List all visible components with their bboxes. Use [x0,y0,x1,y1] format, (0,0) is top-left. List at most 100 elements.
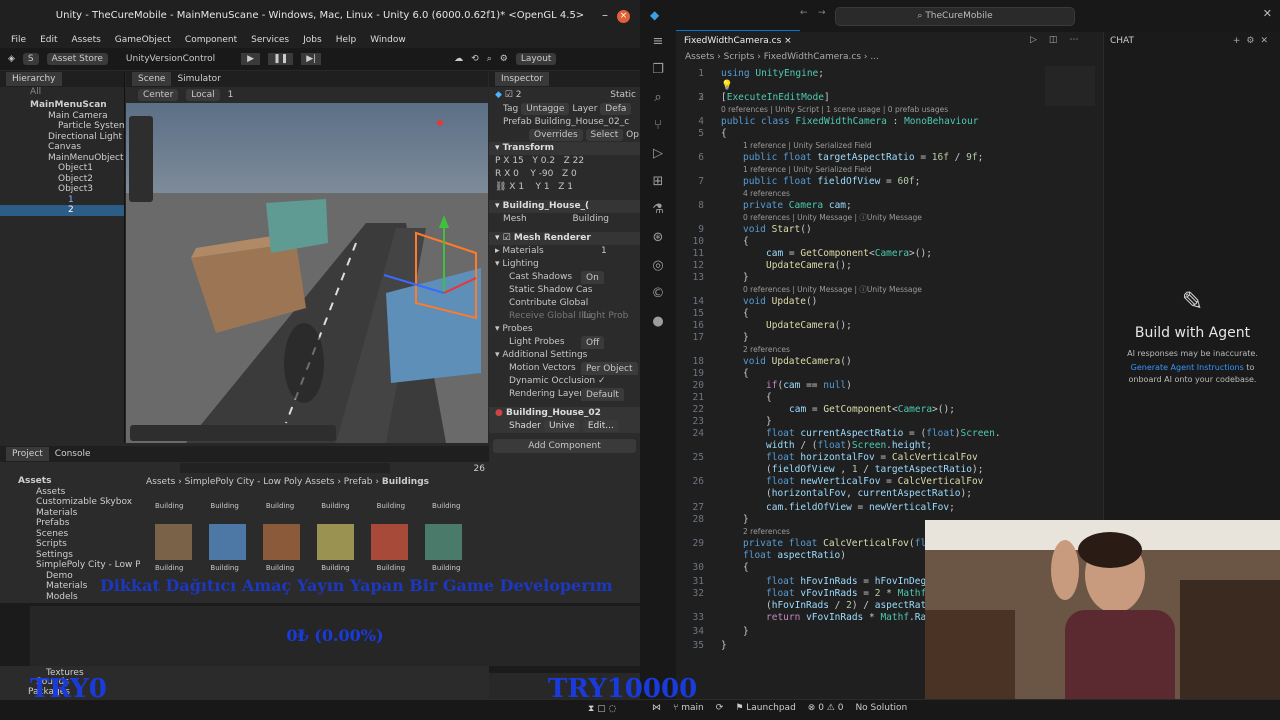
pause-icon[interactable]: ❚❚ [268,53,294,65]
source-control-icon[interactable]: ⑂ [654,118,662,133]
crumb-simplepoly[interactable]: SimplePoly City - Low Poly Assets [185,477,335,487]
split-editor-icon[interactable]: ◫ [1049,35,1058,45]
scale-z[interactable]: 1 [567,182,573,192]
menu-jobs[interactable]: Jobs [303,35,322,45]
rendering-layer-dropdown[interactable]: Default [581,388,624,401]
asset-item[interactable]: Building [210,502,238,510]
hierarchy-item-scene[interactable]: MainMenuScan [0,100,124,111]
tab-console[interactable]: Console [55,449,91,459]
crumb-file[interactable]: FixedWidthCamera.cs [764,52,861,62]
asset-item[interactable]: Building [321,564,349,572]
close-icon[interactable]: × [617,10,630,23]
play-icon[interactable]: ▶ [241,53,261,65]
generate-instructions-link[interactable]: Generate Agent Instructions [1131,363,1244,372]
cast-shadows-dropdown[interactable]: On [581,271,604,284]
prefab-field[interactable]: Building_House_02_c [535,117,630,127]
transform-header[interactable]: ▾ Transform [489,142,640,155]
tab-inspector[interactable]: Inspector [495,72,549,86]
scene-tools-palette[interactable] [129,116,153,202]
static-toggle[interactable]: Static [610,87,636,103]
rotation-row[interactable]: R X 0 Y -90 Z 0 [489,168,640,181]
folder-skybox[interactable]: Customizable Skybox [0,497,140,508]
codelens[interactable]: 2 references [743,344,790,356]
contribute-gi-row[interactable]: Contribute Global [489,297,640,310]
motion-vectors-dropdown[interactable]: Per Object [581,362,638,375]
gear-icon[interactable]: ⚙ [500,54,508,64]
step-icon[interactable]: ▶| [301,53,322,65]
scene-overlay-toolbar[interactable] [130,425,336,441]
branch-indicator[interactable]: ⑂ main [673,703,704,713]
chat-tab[interactable]: CHAT [1110,36,1134,46]
folder-simplepoly[interactable]: SimplePoly City - Low Pol [0,560,140,571]
scale-row[interactable]: ⛓ X 1 Y 1 Z 1 [489,181,640,194]
command-search-input[interactable]: ⌕ TheCureMobile [835,7,1075,26]
account-button[interactable]: S [22,53,39,65]
crumb-assets[interactable]: Assets [685,52,714,62]
git-icon[interactable]: ⊛ [653,230,664,245]
tab-scene[interactable]: Scene [132,72,172,86]
add-component-button[interactable]: Add Component [493,439,636,453]
folder-assets[interactable]: Assets [0,487,140,498]
menu-edit[interactable]: Edit [40,35,57,45]
asset-item[interactable]: Building [321,502,349,510]
run-icon[interactable]: ▷ [1030,35,1037,45]
minimize-icon[interactable]: – [602,8,608,22]
close-icon[interactable]: ✕ [1260,36,1274,46]
pos-z[interactable]: 22 [573,156,584,166]
menu-window[interactable]: Window [370,35,406,45]
more-icon[interactable]: ⋯ [1069,35,1078,45]
dynamic-occlusion-row[interactable]: Dynamic Occlusion ✓ [489,375,640,388]
lighting-row[interactable]: ▾ Lighting [489,258,640,271]
additional-settings-row[interactable]: ▾ Additional Settings [489,349,640,362]
version-control-button[interactable]: UnityVersionControl [126,54,215,64]
crumb-buildings[interactable]: Buildings [382,477,429,487]
crumb-symbol[interactable]: ... [870,52,879,62]
object-active-checkbox[interactable]: ☑ [505,90,516,100]
codelens[interactable]: 0 references | Unity Message | ⓘUnity Me… [743,284,922,296]
asset-item[interactable]: Building [210,564,238,572]
hierarchy-item-object2[interactable]: Object2 [0,174,124,185]
menu-file[interactable]: File [11,35,26,45]
asset-item[interactable]: Building [155,564,183,572]
hierarchy-item-main-camera[interactable]: Main Camera [0,111,124,122]
search-icon[interactable]: ⌕ [487,54,492,64]
building-thumbnail[interactable] [155,524,192,560]
rot-z[interactable]: 0 [571,169,577,179]
tag-dropdown[interactable]: Untagge [521,103,570,115]
building-thumbnail[interactable] [263,524,300,560]
object-name-field[interactable]: 2 [516,90,522,100]
hierarchy-search[interactable]: All [0,87,124,99]
material-header[interactable]: ● Building_House_02 Shader Unive Edit... [489,407,640,433]
scene-gizmo-icon[interactable]: ✦ [434,116,446,132]
close-icon[interactable]: ✕ [1263,7,1272,20]
cloud-icon[interactable]: ☁ [454,54,463,64]
space-dropdown[interactable]: Local [186,89,220,101]
asset-item[interactable]: Building [266,502,294,510]
scale-y[interactable]: 1 [544,182,550,192]
asset-item[interactable]: Building [432,502,460,510]
search-icon[interactable]: ⌕ [654,90,661,105]
menu-icon[interactable]: ≡ [653,34,664,49]
project-search-input[interactable] [180,463,390,473]
hierarchy-item-particle-system[interactable]: Particle System [0,121,124,132]
building-thumbnail[interactable] [425,524,462,560]
tab-project[interactable]: Project [6,447,49,461]
static-shadow-row[interactable]: Static Shadow Cas [489,284,640,297]
menu-component[interactable]: Component [185,35,237,45]
github-icon[interactable]: ● [652,314,663,329]
codelens[interactable]: 2 references [743,526,790,538]
asset-item[interactable]: Building [155,502,183,510]
crumb-assets[interactable]: Assets [146,477,175,487]
hierarchy-item-mainmenuobject[interactable]: MainMenuObject [0,153,124,164]
pos-x[interactable]: 15 [512,156,523,166]
codelens[interactable]: 0 references | Unity Message | ⓘUnity Me… [743,212,922,224]
probes-row[interactable]: ▾ Probes [489,323,640,336]
remote-indicator-icon[interactable]: ⋈ [652,703,661,713]
menu-gameobject[interactable]: GameObject [115,35,171,45]
problems-indicator[interactable]: ⊗ 0 ⚠ 0 [808,703,844,713]
close-icon[interactable]: × [784,36,792,46]
folder-prefabs[interactable]: Prefabs [0,518,140,529]
tab-simulator[interactable]: Simulator [177,74,220,84]
codelens[interactable]: 1 reference | Unity Serialized Field [743,140,872,152]
mesh-filter-header[interactable]: ▾ Building_House_( [489,200,640,213]
